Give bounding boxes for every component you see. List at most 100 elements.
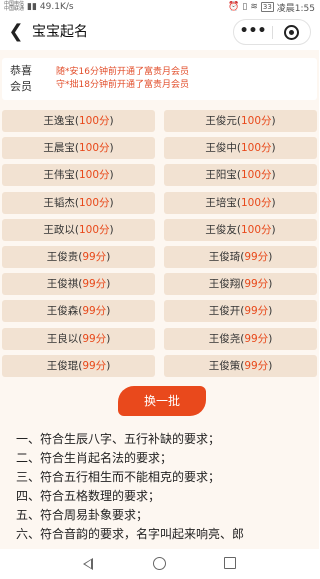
paren: ): [271, 169, 276, 181]
requirement-item: 一、符合生辰八字、五行补缺的要求；: [16, 432, 221, 446]
name-text: 王韬杰: [43, 197, 75, 209]
status-bar: 中国电信 中国联通 ▮▮ 49.1K/s ⏰ ▯ ≋ 33 凌晨1:55: [0, 0, 319, 14]
congrats-ticker: 随*安16分钟前开通了富贵月会员 守*拙18分钟前开通了富贵月会员: [56, 66, 189, 92]
paren: ): [271, 197, 276, 209]
paren: ): [268, 333, 273, 345]
page-title: 宝宝起名: [32, 24, 88, 40]
name-card[interactable]: 王俊琦(99分): [164, 246, 317, 268]
name-card[interactable]: 王韬杰(100分): [2, 192, 155, 214]
name-score: 100分: [78, 142, 110, 154]
paren: ): [109, 224, 114, 236]
name-card[interactable]: 王阳宝(100分): [164, 164, 317, 186]
paren: ): [271, 115, 276, 127]
recents-square-icon[interactable]: [224, 557, 236, 569]
name-score: 100分: [78, 169, 110, 181]
name-card[interactable]: 王培宝(100分): [164, 192, 317, 214]
name-card[interactable]: 王俊琨(99分): [2, 355, 155, 377]
paren: ): [106, 251, 111, 263]
name-card[interactable]: 王逸宝(100分): [2, 110, 155, 132]
name-score: 99分: [82, 360, 107, 372]
name-score: 99分: [244, 360, 269, 372]
target-circle-icon[interactable]: [284, 25, 299, 40]
congrats-label: 恭喜 会员: [10, 63, 38, 95]
name-card[interactable]: 王俊翔(99分): [164, 273, 317, 295]
name-score: 100分: [78, 115, 110, 127]
mini-program-capsule: •••: [233, 19, 311, 45]
paren: ): [271, 224, 276, 236]
vibrate-icon: ▯: [242, 2, 248, 12]
name-score: 99分: [82, 333, 107, 345]
congrats-label-line1: 恭喜: [10, 64, 32, 77]
name-text: 王俊琦: [208, 251, 241, 263]
paren: ): [106, 360, 111, 372]
nav-bar: ❮ 宝宝起名 •••: [0, 14, 319, 50]
name-text: 王俊开: [208, 305, 241, 317]
paren: ): [109, 197, 114, 209]
paren: ): [268, 360, 273, 372]
name-text: 王俊友: [205, 224, 237, 236]
capsule-divider: [272, 26, 273, 39]
paren: ): [106, 305, 111, 317]
name-score: 99分: [244, 333, 269, 345]
name-score: 99分: [82, 251, 107, 263]
paren: ): [268, 278, 273, 290]
name-score: 99分: [244, 305, 269, 317]
name-score: 99分: [244, 251, 269, 263]
name-card[interactable]: 王俊森(99分): [2, 300, 155, 322]
name-text: 王政以: [43, 224, 75, 236]
paren: ): [268, 251, 273, 263]
name-card[interactable]: 王俊策(99分): [164, 355, 317, 377]
congrats-banner: 恭喜 会员 随*安16分钟前开通了富贵月会员 守*拙18分钟前开通了富贵月会员: [2, 58, 317, 100]
name-score: 100分: [240, 197, 272, 209]
name-card[interactable]: 王俊开(99分): [164, 300, 317, 322]
name-score: 100分: [78, 224, 110, 236]
name-score: 100分: [240, 142, 272, 154]
requirement-item: 二、符合生肖起名法的要求；: [16, 451, 173, 465]
main-content: 恭喜 会员 随*安16分钟前开通了富贵月会员 守*拙18分钟前开通了富贵月会员 …: [0, 50, 319, 549]
name-text: 王逸宝: [43, 115, 75, 127]
more-dots-icon[interactable]: •••: [234, 20, 272, 44]
requirement-item: 四、符合五格数理的要求；: [16, 489, 161, 503]
ticker-line: 随*安16分钟前开通了富贵月会员: [56, 67, 189, 77]
name-text: 王培宝: [205, 197, 237, 209]
name-card[interactable]: 王俊中(100分): [164, 137, 317, 159]
name-text: 王俊元: [205, 115, 237, 127]
system-nav-bar: [0, 549, 319, 579]
name-card[interactable]: 王俊友(100分): [164, 219, 317, 241]
name-card[interactable]: 王俊尧(99分): [164, 328, 317, 350]
back-triangle-icon[interactable]: [83, 558, 93, 570]
paren: ): [109, 115, 114, 127]
wifi-icon: ≋: [250, 2, 258, 12]
name-score: 100分: [240, 224, 272, 236]
name-card[interactable]: 王俊祺(99分): [2, 273, 155, 295]
name-card[interactable]: 王晨宝(100分): [2, 137, 155, 159]
name-score: 99分: [82, 305, 107, 317]
paren: ): [106, 278, 111, 290]
name-text: 王俊尧: [208, 333, 241, 345]
paren: ): [109, 142, 114, 154]
name-card[interactable]: 王俊贵(99分): [2, 246, 155, 268]
paren: ): [268, 305, 273, 317]
name-score: 99分: [82, 278, 107, 290]
name-text: 王俊翔: [208, 278, 241, 290]
name-text: 王阳宝: [205, 169, 237, 181]
requirement-item: 三、符合五行相生而不能相克的要求；: [16, 470, 221, 484]
requirement-item: 五、符合周易卦象要求；: [16, 508, 149, 522]
home-circle-icon[interactable]: [153, 557, 166, 570]
name-text: 王俊贵: [46, 251, 79, 263]
name-score: 100分: [240, 115, 272, 127]
refresh-button[interactable]: 换一批: [118, 386, 206, 416]
name-score: 99分: [244, 278, 269, 290]
name-text: 王俊祺: [46, 278, 79, 290]
carrier-bottom: 中国联通: [4, 6, 25, 12]
name-card[interactable]: 王良以(99分): [2, 328, 155, 350]
name-card[interactable]: 王俊元(100分): [164, 110, 317, 132]
clock: 凌晨1:55: [276, 3, 315, 14]
chevron-left-icon[interactable]: ❮: [6, 21, 26, 43]
name-card[interactable]: 王政以(100分): [2, 219, 155, 241]
alarm-icon: ⏰: [228, 2, 240, 12]
name-card[interactable]: 王伟宝(100分): [2, 164, 155, 186]
carrier-info: 中国电信 中国联通: [4, 2, 24, 12]
name-text: 王俊中: [205, 142, 237, 154]
network-speed: 49.1K/s: [39, 2, 74, 12]
